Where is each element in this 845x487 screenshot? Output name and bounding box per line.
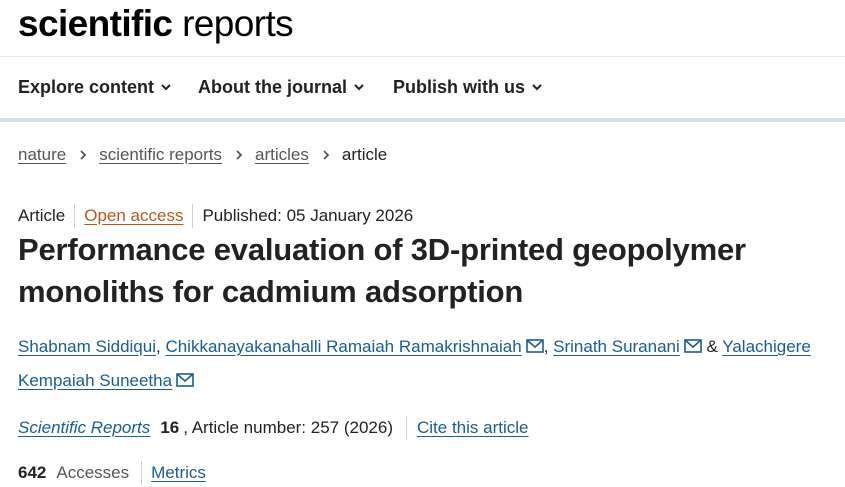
accesses-label: Accesses (56, 463, 130, 482)
nav-item-label: Explore content (18, 76, 155, 97)
author-link[interactable]: Srinath Suranani (553, 337, 680, 356)
envelope-icon[interactable] (683, 339, 702, 353)
metrics-line: 642 Accesses Metrics (18, 461, 206, 485)
published-date: Published: 05 January 2026 (202, 206, 414, 225)
chevron-right-icon (80, 150, 87, 160)
nav-item-label: About the journal (198, 76, 347, 97)
meta-divider (74, 204, 76, 228)
volume-number: 16 (160, 418, 180, 437)
site-logo[interactable]: scientific reports (18, 2, 294, 46)
nav-about-journal[interactable]: About the journal (198, 75, 365, 99)
chevron-down-icon (532, 84, 542, 91)
author-separator: & (701, 337, 723, 356)
breadcrumb-nature[interactable]: nature (18, 145, 66, 165)
chevron-down-icon (354, 84, 364, 91)
article-number: , Article number: 257 (2026) (183, 418, 393, 437)
author-link[interactable]: Shabnam Siddiqui (18, 337, 156, 356)
metrics-divider (141, 461, 143, 485)
chevron-right-icon (323, 150, 330, 160)
masthead: scientific reports (0, 0, 845, 57)
logo-bold-text: scientific (18, 3, 173, 44)
breadcrumb-scientific-reports[interactable]: scientific reports (99, 145, 222, 165)
author-separator: , (543, 337, 554, 356)
article-type: Article (18, 206, 66, 225)
open-access-link[interactable]: Open access (84, 206, 183, 226)
accesses-count: 642 (18, 463, 47, 482)
chevron-down-icon (161, 84, 171, 91)
journal-link[interactable]: Scientific Reports (18, 418, 150, 438)
logo-light-text: reports (172, 3, 294, 44)
breadcrumb-articles[interactable]: articles (255, 145, 309, 165)
meta-divider (192, 204, 194, 228)
main-nav: Explore content About the journal Publis… (0, 57, 845, 118)
cite-this-article-link[interactable]: Cite this article (417, 418, 528, 438)
author-link[interactable]: Chikkanayakanahalli Ramaiah Ramakrishnai… (165, 337, 521, 356)
nav-divider (0, 118, 845, 122)
article-meta: Article Open access Published: 05 Januar… (18, 204, 414, 228)
nav-explore-content[interactable]: Explore content (18, 75, 172, 99)
envelope-icon[interactable] (525, 339, 544, 353)
breadcrumb-current: article (341, 145, 388, 164)
breadcrumb: nature scientific reports articles artic… (18, 144, 387, 166)
author-list: Shabnam Siddiqui, Chikkanayakanahalli Ra… (18, 330, 828, 398)
nav-item-label: Publish with us (393, 76, 526, 97)
article-title: Performance evaluation of 3D-printed geo… (18, 232, 746, 309)
chevron-right-icon (236, 150, 243, 160)
envelope-icon[interactable] (176, 373, 194, 387)
nav-publish-with-us[interactable]: Publish with us (393, 75, 543, 99)
citation-line: Scientific Reports 16 , Article number: … (18, 416, 528, 440)
citation-divider (405, 416, 407, 440)
metrics-link[interactable]: Metrics (151, 463, 206, 483)
